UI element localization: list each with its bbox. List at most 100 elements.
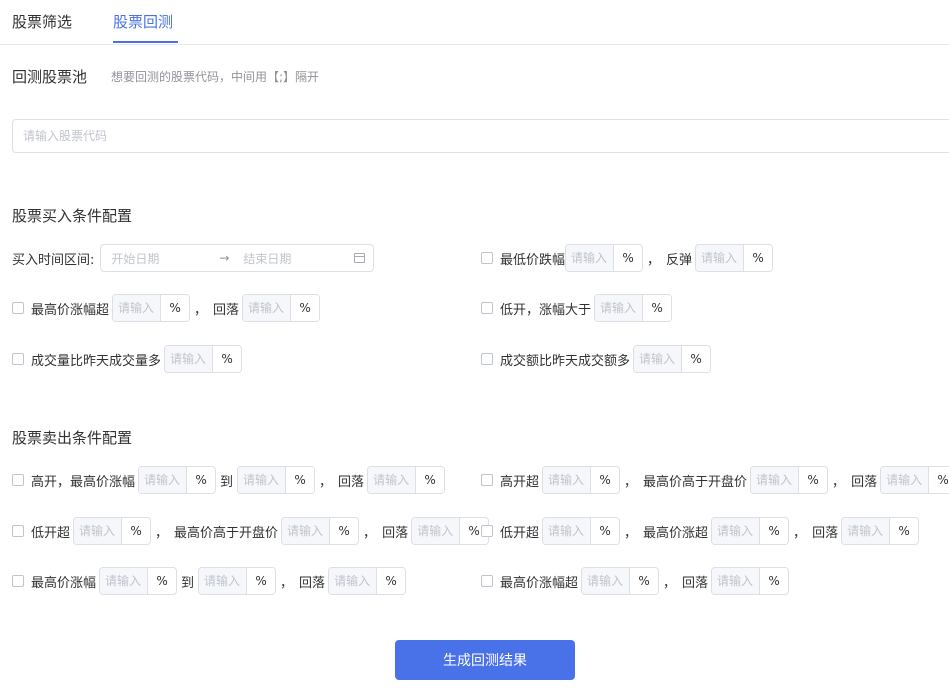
- percent-suffix: %: [929, 467, 949, 493]
- sell-low-open-over-input-group: %: [73, 517, 152, 545]
- percent-suffix: %: [614, 245, 643, 271]
- percent-suffix: %: [122, 518, 151, 544]
- sell-high-open-fallback-input[interactable]: [368, 467, 417, 493]
- sell-high-open-to-input[interactable]: [238, 467, 287, 493]
- sell-low-open-over-checkbox[interactable]: [12, 525, 24, 537]
- active-tab-indicator: [113, 41, 178, 43]
- sell-high-rise-over2-label: 最高价涨幅超: [500, 575, 579, 591]
- sell-high-rise-over2-fallback-input[interactable]: [712, 568, 761, 594]
- sell-low-high-above-open-input[interactable]: [282, 518, 331, 544]
- percent-suffix: %: [799, 467, 828, 493]
- buy-high-rise-checkbox[interactable]: [12, 302, 24, 314]
- buy-amount-checkbox[interactable]: [481, 353, 493, 365]
- buy-fallback-input-group: %: [242, 294, 321, 322]
- sell-high-rise-checkbox[interactable]: [12, 575, 24, 587]
- sell-high-rise-over2-input[interactable]: [582, 568, 631, 594]
- sell-high-above-open-label: 最高价高于开盘价: [643, 474, 748, 490]
- sell-high-above-open-input[interactable]: [751, 467, 800, 493]
- sell-low-open-over-row: 低开超 % ， 最高价高于开盘价 % ， 回落 %: [12, 517, 490, 545]
- sell-high-open-over-input-group: %: [542, 466, 621, 494]
- buy-amount-input[interactable]: [634, 346, 683, 372]
- arrow-right-icon: →: [219, 251, 230, 265]
- stock-code-input[interactable]: [12, 119, 949, 153]
- sell-fallback-label: 回落: [382, 525, 409, 541]
- sell-high-open-over-fallback-input-group: %: [880, 466, 949, 494]
- tab-stock-screening[interactable]: 股票筛选: [12, 12, 72, 32]
- sell-low-open-rise-input-group: %: [542, 517, 621, 545]
- sell-high-above-open-label: 最高价高于开盘价: [174, 525, 279, 541]
- percent-suffix: %: [591, 467, 620, 493]
- sell-high-open-checkbox[interactable]: [12, 474, 24, 486]
- comma: ，: [155, 525, 169, 541]
- date-range-picker[interactable]: 开始日期 → 结束日期: [100, 244, 375, 272]
- sell-high-rise-from-input[interactable]: [100, 568, 149, 594]
- buy-volume-checkbox[interactable]: [12, 353, 24, 365]
- sell-high-rise-over2-input-group: %: [581, 567, 660, 595]
- sell-high-rise-over-input[interactable]: [712, 518, 761, 544]
- percent-suffix: %: [161, 295, 190, 321]
- buy-rebound-input[interactable]: [696, 245, 745, 271]
- buy-low-open-row: 低开，涨幅大于 %: [481, 294, 673, 322]
- percent-suffix: %: [213, 346, 242, 372]
- sell-high-open-row: 高开，最高价涨幅 % 到 % ， 回落 %: [12, 466, 446, 494]
- percent-suffix: %: [416, 467, 445, 493]
- sell-low-open-rise-fallback-input-group: %: [841, 517, 920, 545]
- buy-low-drop-label: 最低价跌幅: [500, 252, 566, 268]
- buy-fallback-label: 回落: [213, 302, 240, 318]
- sell-low-high-above-open-input-group: %: [281, 517, 360, 545]
- percent-suffix: %: [330, 518, 359, 544]
- sell-low-open-rise-fallback-input[interactable]: [842, 518, 891, 544]
- to-label: 到: [181, 575, 195, 591]
- sell-high-rise-over-input-group: %: [711, 517, 790, 545]
- buy-amount-row: 成交额比昨天成交额多 %: [481, 345, 712, 373]
- sell-low-open-rise-checkbox[interactable]: [481, 525, 493, 537]
- tab-stock-backtest[interactable]: 股票回测: [113, 12, 173, 32]
- comma: ，: [194, 302, 208, 318]
- sell-high-rise-to-input-group: %: [198, 567, 277, 595]
- sell-high-open-over-fallback-input[interactable]: [881, 467, 930, 493]
- sell-high-open-from-input-group: %: [138, 466, 217, 494]
- sell-high-open-over-label: 高开超: [500, 474, 540, 490]
- sell-low-open-rise-input[interactable]: [543, 518, 592, 544]
- comma: ，: [319, 474, 333, 490]
- percent-suffix: %: [247, 568, 276, 594]
- buy-section-title: 股票买入条件配置: [12, 207, 133, 225]
- sell-section-title: 股票卖出条件配置: [12, 429, 133, 447]
- generate-backtest-button[interactable]: 生成回测结果: [395, 640, 575, 680]
- buy-low-drop-input-group: %: [565, 244, 644, 272]
- sell-low-open-over-label: 低开超: [500, 525, 540, 541]
- buy-low-open-checkbox[interactable]: [481, 302, 493, 314]
- buy-low-open-input[interactable]: [595, 295, 644, 321]
- sell-high-open-over-row: 高开超 % ， 最高价高于开盘价 % ， 回落 %: [481, 466, 949, 494]
- comma: ，: [793, 525, 807, 541]
- sell-high-rise-to-input[interactable]: [199, 568, 248, 594]
- buy-low-open-input-group: %: [594, 294, 673, 322]
- sell-low-open-fallback-input-group: %: [411, 517, 490, 545]
- buy-high-rise-input-group: %: [112, 294, 191, 322]
- buy-fallback-input[interactable]: [243, 295, 292, 321]
- percent-suffix: %: [682, 346, 711, 372]
- sell-low-open-fallback-input[interactable]: [412, 518, 461, 544]
- sell-high-rise-fallback-input[interactable]: [329, 568, 378, 594]
- buy-low-drop-input[interactable]: [566, 245, 615, 271]
- sell-low-open-over-label: 低开超: [31, 525, 71, 541]
- sell-fallback-label: 回落: [299, 575, 326, 591]
- percent-suffix: %: [760, 518, 789, 544]
- sell-low-open-over-input[interactable]: [74, 518, 123, 544]
- sell-high-rise-label: 最高价涨幅: [31, 575, 97, 591]
- percent-suffix: %: [760, 568, 789, 594]
- sell-high-open-over-checkbox[interactable]: [481, 474, 493, 486]
- percent-suffix: %: [630, 568, 659, 594]
- sell-high-rise-over-checkbox[interactable]: [481, 575, 493, 587]
- sell-high-rise-row: 最高价涨幅 % 到 % ， 回落 %: [12, 567, 407, 595]
- sell-high-open-fallback-input-group: %: [367, 466, 446, 494]
- sell-high-open-from-input[interactable]: [139, 467, 188, 493]
- buy-volume-input[interactable]: [165, 346, 214, 372]
- buy-volume-label: 成交量比昨天成交量多: [31, 353, 162, 369]
- sell-high-above-open-input-group: %: [750, 466, 829, 494]
- buy-high-rise-input[interactable]: [113, 295, 162, 321]
- sell-high-open-over-input[interactable]: [543, 467, 592, 493]
- buy-low-drop-checkbox[interactable]: [481, 252, 493, 264]
- percent-suffix: %: [591, 518, 620, 544]
- sell-high-rise-from-input-group: %: [99, 567, 178, 595]
